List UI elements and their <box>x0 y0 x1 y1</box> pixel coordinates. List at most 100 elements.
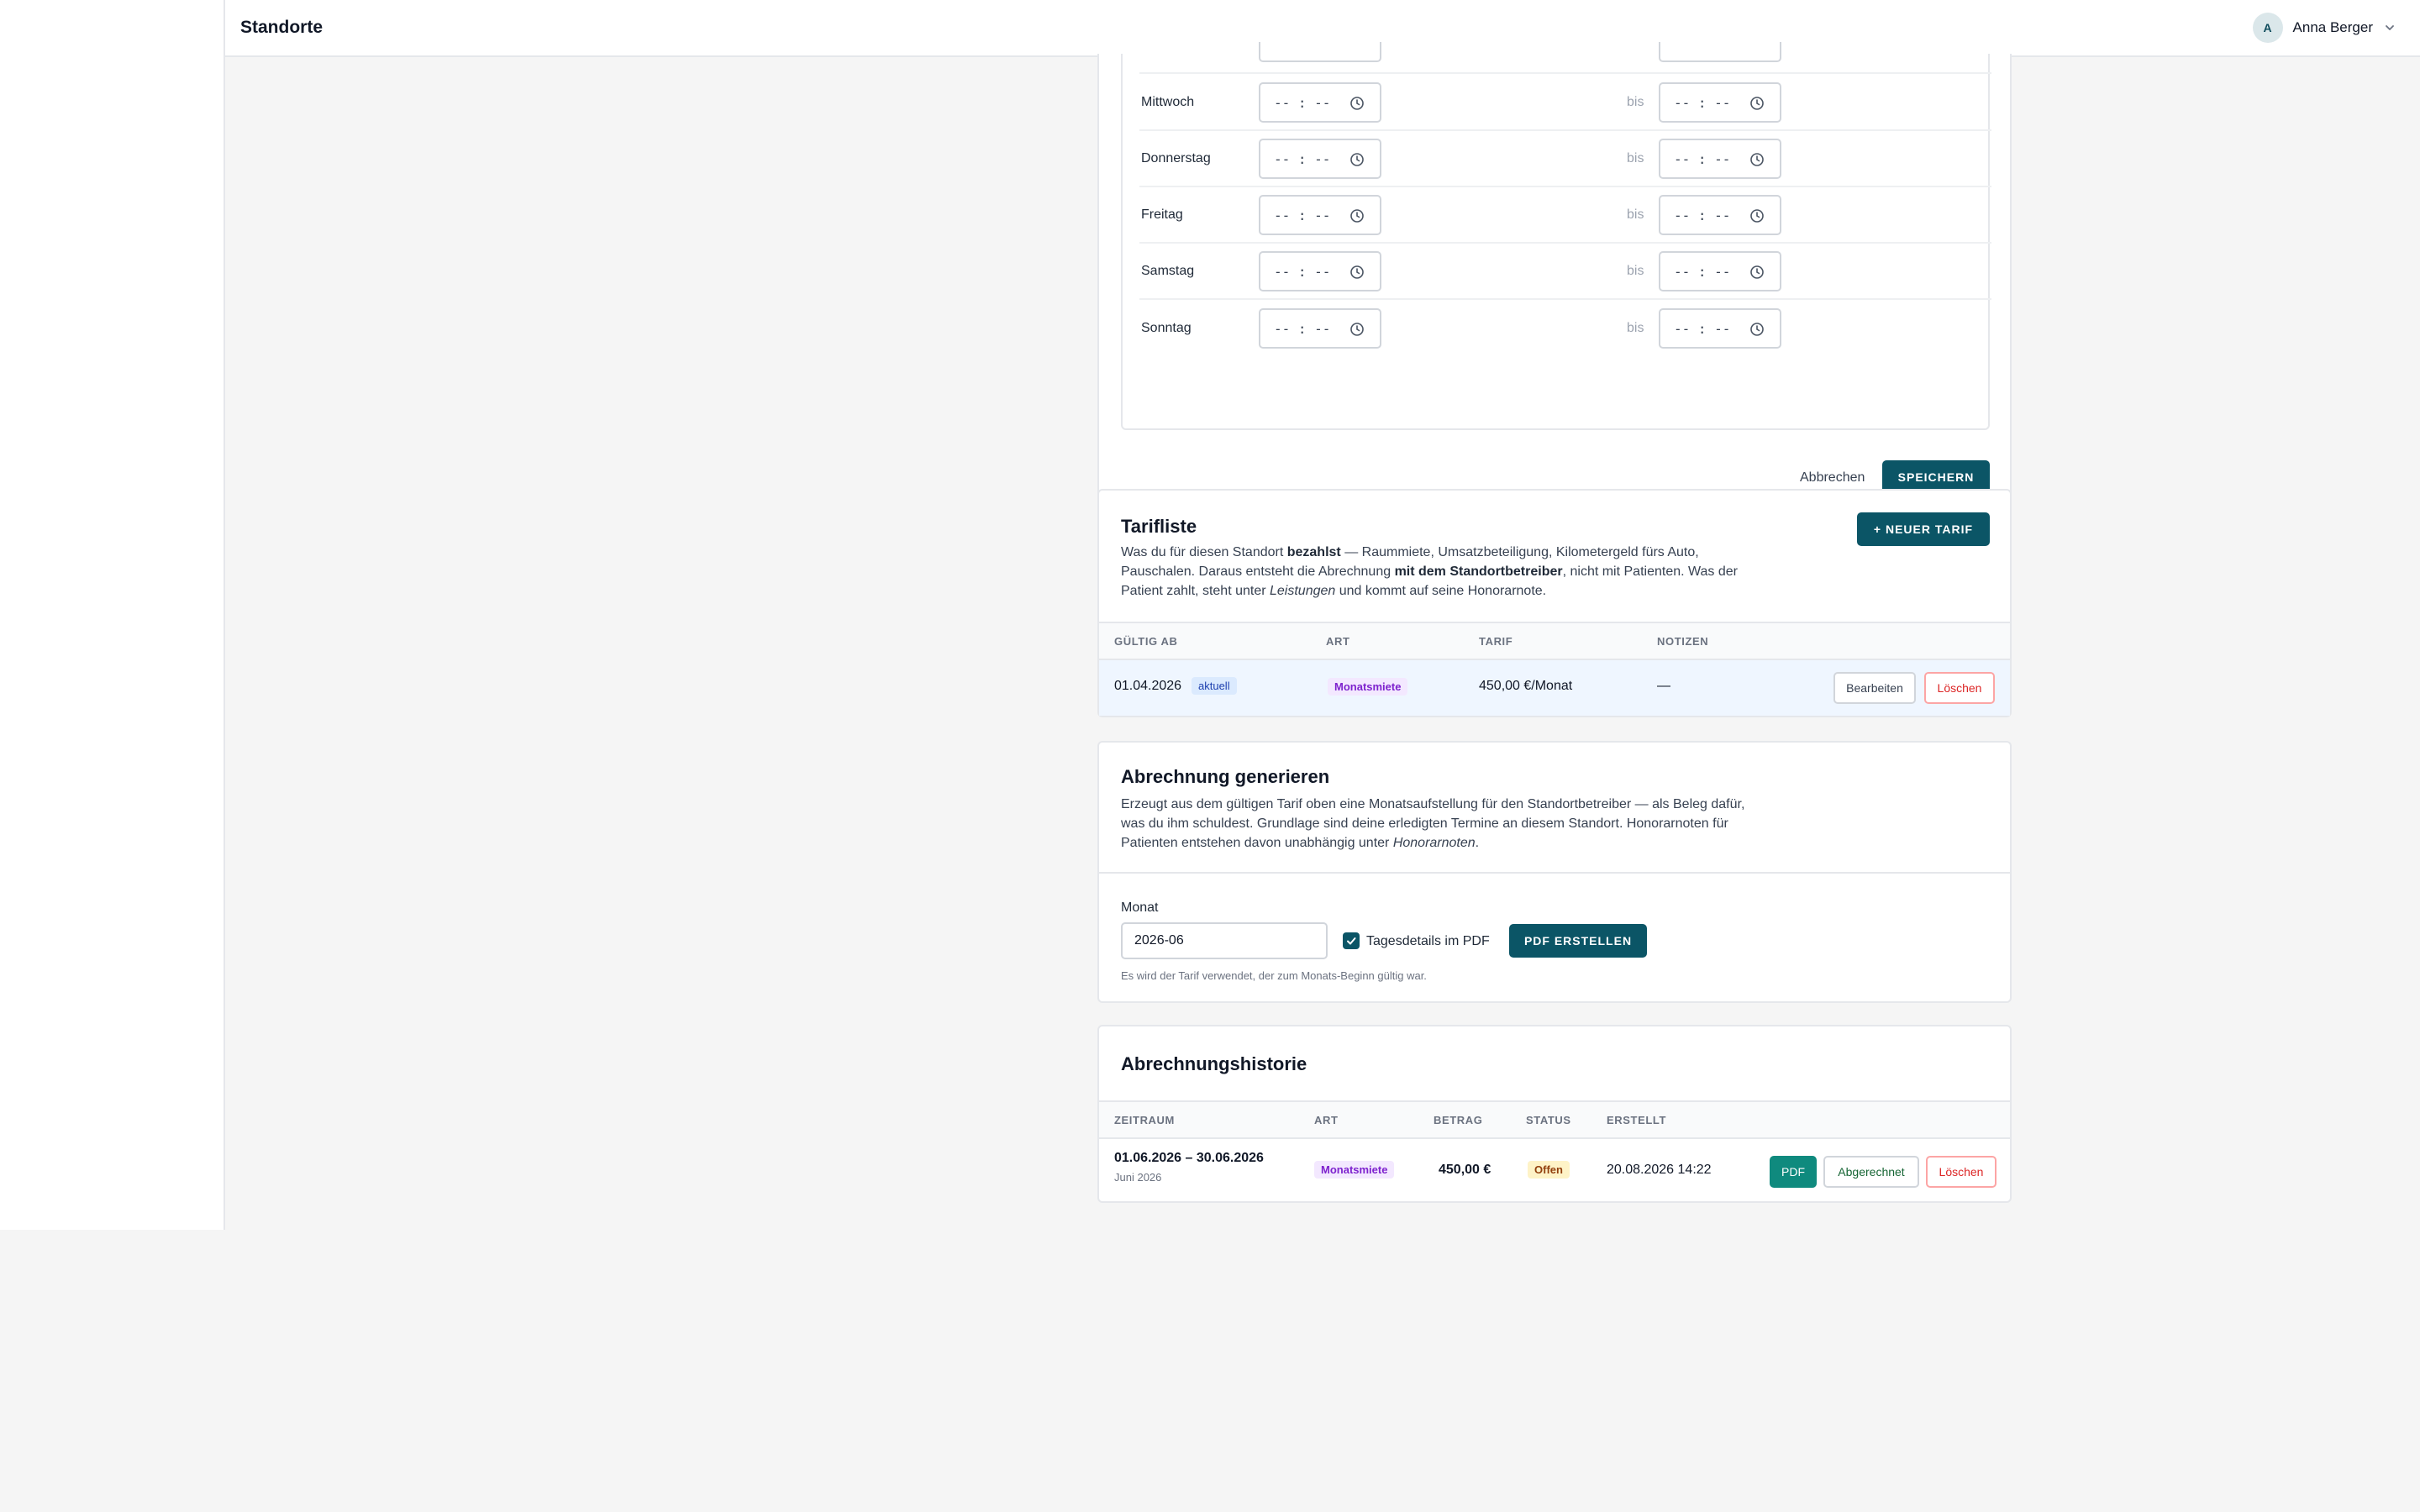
time-placeholder: -- : -- <box>1674 94 1731 111</box>
time-input-to[interactable] <box>1659 42 1781 62</box>
amount-value: 450,00 € <box>1439 1163 1491 1177</box>
period-value: 01.06.2026 – 30.06.2026 <box>1114 1151 1264 1165</box>
pdf-button[interactable]: PDF <box>1770 1156 1817 1188</box>
time-input-to[interactable]: -- : -- <box>1659 139 1781 179</box>
time-placeholder: -- : -- <box>1274 207 1331 223</box>
column-header: ERSTELLT <box>1607 1114 1666 1126</box>
tariff-list-title: Tarifliste <box>1121 516 1197 537</box>
opening-hours-table: Mittwoch -- : -- bis -- : -- Donnerstag -- : … <box>1121 42 1991 430</box>
hour-row: Sonntag -- : -- bis -- : -- <box>1139 301 1991 356</box>
valid-from: 01.04.2026 <box>1114 679 1182 693</box>
time-placeholder: -- : -- <box>1274 150 1331 167</box>
divider <box>1099 872 2010 874</box>
status-badge: Offen <box>1528 1161 1570 1179</box>
type-badge: Monatsmiete <box>1328 678 1408 696</box>
user-menu[interactable]: A Anna Berger <box>2252 13 2396 43</box>
new-tariff-button[interactable]: + NEUER TARIF <box>1857 512 1990 546</box>
clock-icon <box>1750 265 1764 279</box>
time-input-from[interactable]: -- : -- <box>1259 251 1381 291</box>
generate-billing-card: Abrechnung generieren Erzeugt aus dem gü… <box>1097 741 2012 1003</box>
month-input[interactable]: 2026-06 <box>1121 922 1328 959</box>
time-input-from[interactable]: -- : -- <box>1259 82 1381 123</box>
hour-row: Samstag -- : -- bis -- : -- <box>1139 244 1991 300</box>
column-header: GÜLTIG AB <box>1114 635 1178 648</box>
tariff-table-header: GÜLTIG AB ART TARIF NOTIZEN <box>1099 622 2010 660</box>
delete-billing-button[interactable]: Löschen <box>1926 1156 1996 1188</box>
column-header: TARIF <box>1479 635 1513 648</box>
column-header: NOTIZEN <box>1657 635 1709 648</box>
column-header: ART <box>1314 1114 1339 1126</box>
table-row: 01.06.2026 – 30.06.2026 Juni 2026 Monats… <box>1099 1139 2010 1201</box>
clock-icon <box>1350 153 1364 166</box>
generate-billing-description: Erzeugt aus dem gültigen Tarif oben eine… <box>1121 797 1745 850</box>
mark-settled-button[interactable]: Abgerechnet <box>1823 1156 1919 1188</box>
time-input-from[interactable]: -- : -- <box>1259 308 1381 349</box>
time-input-from[interactable]: -- : -- <box>1259 139 1381 179</box>
time-input-from[interactable]: -- : -- <box>1259 195 1381 235</box>
clock-icon <box>1350 265 1364 279</box>
hour-row: Freitag -- : -- bis -- : -- <box>1139 188 1991 244</box>
time-input-to[interactable]: -- : -- <box>1659 195 1781 235</box>
status-badge: aktuell <box>1192 677 1237 695</box>
range-separator: bis <box>1627 151 1644 165</box>
column-header: ART <box>1326 635 1350 648</box>
day-label: Donnerstag <box>1141 151 1211 165</box>
page-title: Standorte <box>240 18 324 37</box>
created-value: 20.08.2026 14:22 <box>1607 1163 1712 1177</box>
chevron-down-icon <box>2386 25 2394 30</box>
time-input-to[interactable]: -- : -- <box>1659 251 1781 291</box>
month-label: Monat <box>1121 900 1159 915</box>
time-placeholder: -- : -- <box>1674 263 1731 280</box>
billing-history-card: Abrechnungshistorie ZEITRAUM ART BETRAG … <box>1097 1025 2012 1203</box>
create-pdf-button[interactable]: PDF ERSTELLEN <box>1509 924 1647 958</box>
table-row: 01.04.2026 aktuell Monatsmiete 450,00 €/… <box>1099 660 2010 716</box>
sidebar <box>0 0 225 1230</box>
day-label: Sonntag <box>1141 321 1192 335</box>
pdf-details-label: Tagesdetails im PDF <box>1366 934 1490 948</box>
delete-tariff-button[interactable]: Löschen <box>1924 672 1995 704</box>
time-placeholder: -- : -- <box>1674 207 1731 223</box>
notes-value: — <box>1657 679 1670 693</box>
edit-tariff-button[interactable]: Bearbeiten <box>1833 672 1916 704</box>
period-subtext: Juni 2026 <box>1114 1171 1162 1184</box>
time-placeholder: -- : -- <box>1674 150 1731 167</box>
day-label: Mittwoch <box>1141 95 1195 109</box>
type-badge: Monatsmiete <box>1314 1161 1395 1179</box>
history-table-header: ZEITRAUM ART BETRAG STATUS ERSTELLT <box>1099 1100 2010 1139</box>
clock-icon <box>1750 153 1764 166</box>
clock-icon <box>1750 97 1764 110</box>
hint-text: Es wird der Tarif verwendet, der zum Mon… <box>1121 969 1427 982</box>
time-input-from[interactable] <box>1259 42 1381 62</box>
clock-icon <box>1750 209 1764 223</box>
range-separator: bis <box>1627 264 1644 278</box>
hour-row-partial <box>1139 42 1991 74</box>
range-separator: bis <box>1627 95 1644 109</box>
tariff-value: 450,00 €/Monat <box>1479 679 1573 693</box>
main-content: Mittwoch -- : -- bis -- : -- Donnerstag -- : … <box>225 42 2420 1230</box>
column-header: STATUS <box>1526 1114 1571 1126</box>
hour-row: Mittwoch -- : -- bis -- : -- <box>1139 76 1991 131</box>
clock-icon <box>1350 97 1364 110</box>
time-placeholder: -- : -- <box>1274 263 1331 280</box>
time-placeholder: -- : -- <box>1274 320 1331 337</box>
time-input-to[interactable]: -- : -- <box>1659 308 1781 349</box>
clock-icon <box>1350 323 1364 336</box>
opening-hours-card: Mittwoch -- : -- bis -- : -- Donnerstag -- : … <box>1097 42 2012 526</box>
day-label: Samstag <box>1141 264 1195 278</box>
tariff-list-description: Was du für diesen Standort bezahlst — Ra… <box>1121 545 1738 598</box>
day-label: Freitag <box>1141 207 1183 222</box>
clock-icon <box>1750 323 1764 336</box>
cancel-button[interactable]: Abbrechen <box>1800 470 1865 486</box>
range-separator: bis <box>1627 207 1644 222</box>
column-header: ZEITRAUM <box>1114 1114 1175 1126</box>
hour-row: Donnerstag -- : -- bis -- : -- <box>1139 132 1991 187</box>
time-input-to[interactable]: -- : -- <box>1659 82 1781 123</box>
time-placeholder: -- : -- <box>1674 320 1731 337</box>
check-icon <box>1347 937 1356 945</box>
range-separator: bis <box>1627 321 1644 335</box>
billing-history-title: Abrechnungshistorie <box>1121 1053 1307 1074</box>
clock-icon <box>1350 209 1364 223</box>
time-placeholder: -- : -- <box>1274 94 1331 111</box>
pdf-details-checkbox[interactable] <box>1343 932 1360 949</box>
column-header: BETRAG <box>1434 1114 1483 1126</box>
